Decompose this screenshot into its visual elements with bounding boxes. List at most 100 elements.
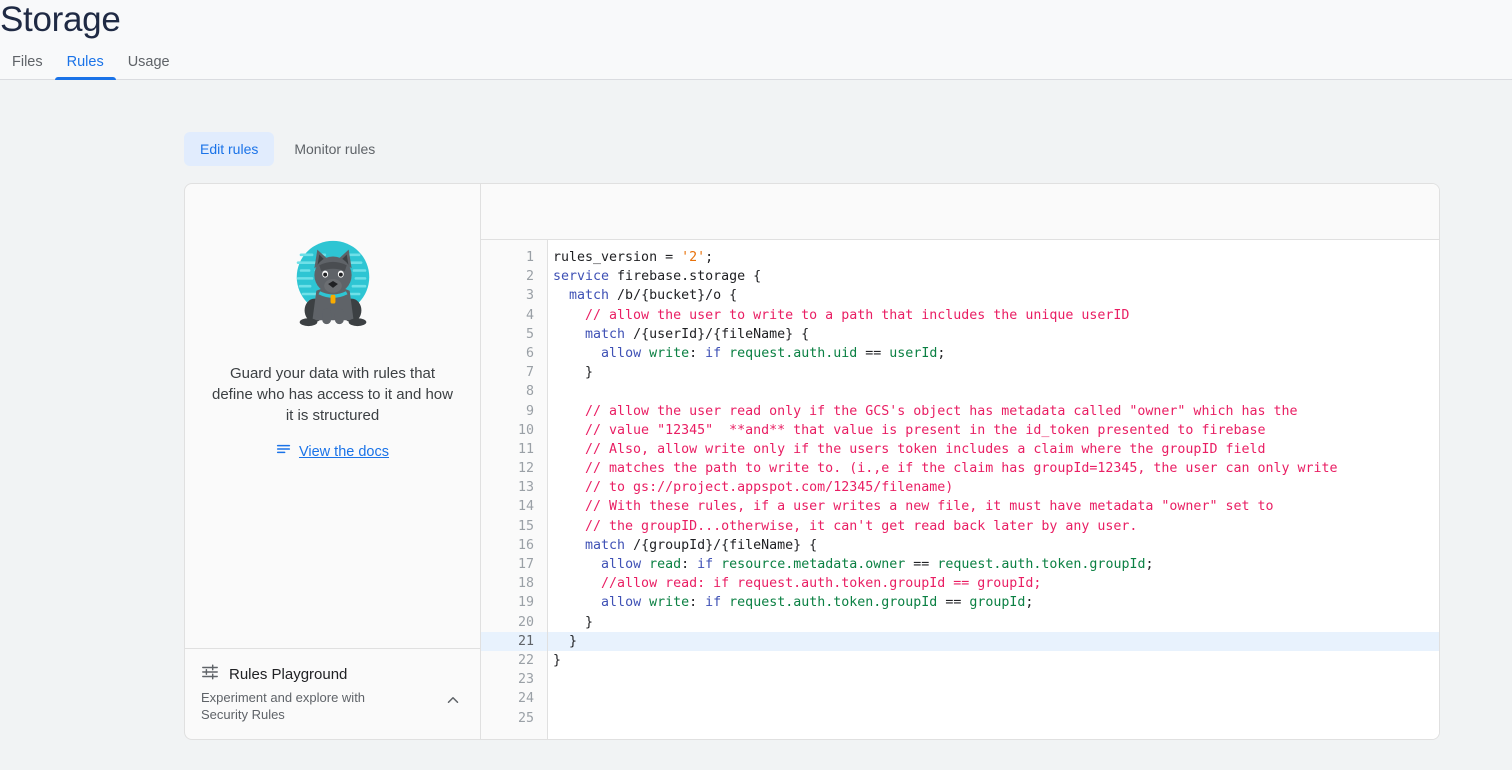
rules-playground-section[interactable]: Rules Playground Experiment and explore … [185,648,480,739]
code-token: resource.metadata.owner [721,557,906,572]
mode-button-monitor-rules[interactable]: Monitor rules [278,132,391,166]
code-line[interactable]: // matches the path to write to. (i.,e i… [548,459,1439,478]
code-line[interactable]: allow write: if request.auth.uid == user… [548,344,1439,363]
code-line[interactable]: match /{groupId}/{fileName} { [548,536,1439,555]
code-token: : [689,345,706,361]
code-token: match [569,288,610,304]
code-line[interactable]: match /b/{bucket}/o { [548,286,1439,305]
line-number: 11 [517,441,534,457]
code-token: read [649,557,682,572]
line-number: 24 [517,691,534,707]
code-line[interactable]: allow write: if request.auth.token.group… [548,593,1439,612]
code-line[interactable]: } [548,363,1439,382]
code-line[interactable]: } [548,651,1439,670]
tune-icon [201,663,219,686]
line-number-gutter: 1 2 3 4 5 6 7 8 9 10 11 12 13 14 15 16 17 18 19 20 21 22 23 24 2… [481,240,548,739]
code-token: // to gs://project.appspot.com/12345/fil… [553,480,954,496]
main-tabbar: Files Rules Usage [0,47,182,80]
line-number: 23 [517,672,534,688]
code-token: groupId [969,595,1026,611]
code-line[interactable]: // allow the user to write to a path tha… [548,306,1439,325]
code-token: // value "12345" **and** that value is p… [553,422,1266,438]
code-token: '2' [681,250,706,265]
code-line[interactable]: //allow read: if request.auth.token.grou… [548,574,1439,593]
line-number: 14 [517,499,534,515]
code-token: ; [705,250,714,265]
code-token: //allow read: if request.auth.token.grou… [553,576,1042,592]
code-line[interactable]: service firebase.storage { [548,267,1439,286]
line-number: 13 [517,480,534,496]
code-token: // With these rules, if a user writes a … [553,499,1274,515]
rules-mode-toggle: Edit rules Monitor rules [184,132,391,166]
code-token: : [681,557,698,572]
code-token: // the groupID...otherwise, it can't get… [553,518,1138,534]
line-number: 9 [525,403,534,419]
tab-files[interactable]: Files [0,53,55,80]
tab-usage[interactable]: Usage [116,53,182,80]
code-token: userId [889,345,938,361]
tab-rules[interactable]: Rules [54,53,116,80]
page-title: Storage [0,0,121,39]
rules-playground-header: Rules Playground [201,663,464,686]
rules-promo: Guard your data with rules that define w… [185,184,480,648]
code-token: allow [601,557,642,572]
code-token: firebase.storage { [609,269,762,285]
code-token: /{groupId}/{fileName} { [625,537,818,553]
line-number: 18 [517,576,534,592]
code-line[interactable]: // to gs://project.appspot.com/12345/fil… [548,478,1439,497]
code-token: allow [601,345,642,361]
code-line[interactable] [548,670,1439,689]
code-token: : [689,595,706,611]
rules-editor-panel: 1 2 3 4 5 6 7 8 9 10 11 12 13 14 15 16 17 18 19 20 21 22 23 24 2… [480,183,1440,740]
line-number: 1 [525,250,534,265]
line-number: 19 [517,595,534,611]
code-line[interactable]: // allow the user read only if the GCS's… [548,402,1439,421]
code-line[interactable]: // Also, allow write only if the users t… [548,440,1439,459]
code-token: request.auth.token.groupId [937,557,1146,572]
mode-button-edit-rules[interactable]: Edit rules [184,132,275,166]
code-token: } [553,652,562,668]
code-token: /{userId}/{fileName} { [625,326,810,342]
line-number: 4 [525,307,534,323]
code-line[interactable]: allow read: if resource.metadata.owner =… [548,555,1439,574]
line-number: 10 [517,422,534,438]
code-line[interactable] [548,689,1439,708]
code-token: allow [601,595,642,611]
line-number: 20 [517,614,534,630]
code-line[interactable] [548,382,1439,401]
code-token: } [553,633,578,649]
code-line[interactable]: // the groupID...otherwise, it can't get… [548,517,1439,536]
line-number: 17 [517,557,534,572]
promo-text: Guard your data with rules that define w… [212,365,453,424]
code-token: request.auth.uid [729,345,858,361]
line-number: 3 [525,288,534,304]
chevron-up-icon[interactable] [444,691,462,714]
code-token: ; [1025,595,1034,611]
code-line[interactable]: match /{userId}/{fileName} { [548,325,1439,344]
code-content[interactable]: rules_version = '2'; service firebase.sto… [548,240,1439,739]
code-line[interactable] [548,709,1439,728]
code-line[interactable]: } [548,631,1439,651]
code-line[interactable]: // With these rules, if a user writes a … [548,497,1439,516]
line-number: 21 [481,631,547,651]
code-line[interactable]: rules_version = '2'; [548,248,1439,267]
line-number: 25 [517,710,534,726]
code-token: == [905,557,938,572]
view-docs-link[interactable]: View the docs [276,442,389,462]
code-token: // Also, allow write only if the users t… [553,441,1266,457]
code-line[interactable]: // value "12345" **and** that value is p… [548,421,1439,440]
code-token: if [697,557,714,572]
editor-toolbar [481,184,1439,240]
code-token: request.auth.token.groupId [729,595,938,611]
code-line[interactable]: } [548,613,1439,632]
code-editor[interactable]: 1 2 3 4 5 6 7 8 9 10 11 12 13 14 15 16 17 18 19 20 21 22 23 24 2… [481,240,1439,739]
